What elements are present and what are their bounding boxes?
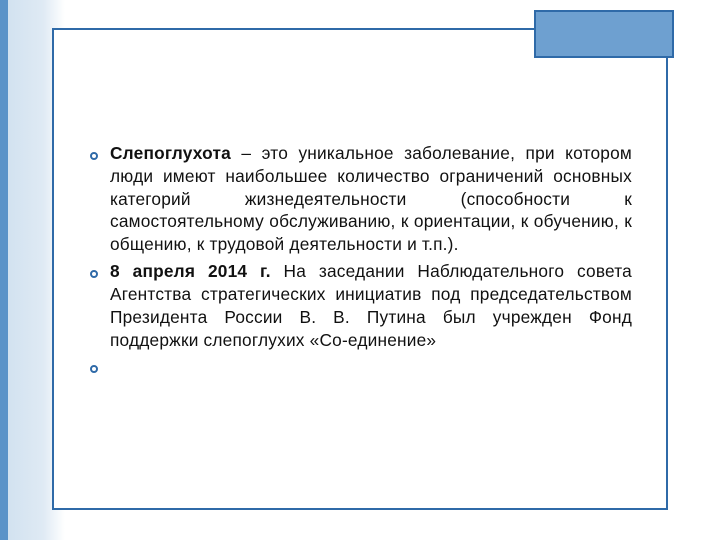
slide-body: Слепоглухота – это уникальное заболевани… bbox=[92, 142, 632, 355]
bullet-list: Слепоглухота – это уникальное заболевани… bbox=[92, 142, 632, 351]
slide: Слепоглухота – это уникальное заболевани… bbox=[0, 0, 720, 540]
list-item: 8 апреля 2014 г. На заседании Наблюдател… bbox=[92, 260, 632, 351]
corner-tab-accent bbox=[534, 10, 674, 58]
bullet-icon bbox=[90, 152, 98, 160]
list-item: Слепоглухота – это уникальное заболевани… bbox=[92, 142, 632, 256]
bullet-icon bbox=[90, 270, 98, 278]
left-edge-accent bbox=[0, 0, 8, 540]
list-item-bold: 8 апреля 2014 г. bbox=[110, 261, 271, 281]
list-item-bold: Слепоглухота bbox=[110, 143, 231, 163]
